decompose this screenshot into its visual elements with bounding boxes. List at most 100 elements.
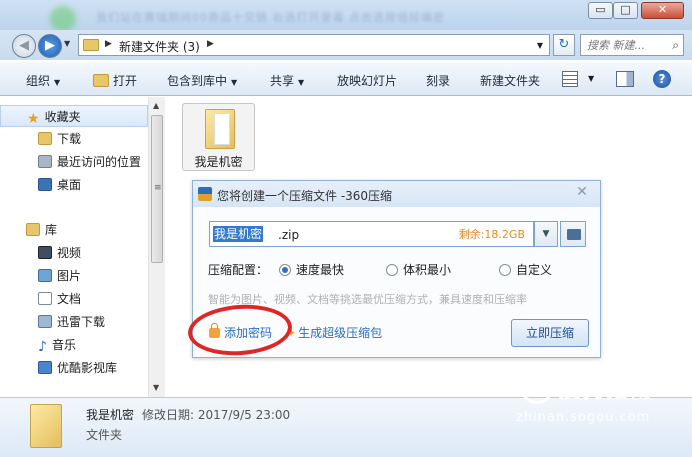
nav-item-desktop[interactable]: 桌面 xyxy=(0,174,148,196)
search-box[interactable]: ⌕ xyxy=(580,34,684,56)
help-icon[interactable]: ? xyxy=(653,70,671,88)
share-menu[interactable]: 共享 ▼ xyxy=(270,72,304,89)
nav-item-recent-places[interactable]: 最近访问的位置 xyxy=(0,151,148,173)
create-sfx-link[interactable]: ✦ 生成超级压缩包 xyxy=(286,324,382,341)
nav-label: 文档 xyxy=(57,292,82,306)
nav-item-xunlei-downloads[interactable]: 迅雷下载 xyxy=(0,311,148,333)
folder-icon xyxy=(205,109,235,149)
star-icon: ★ xyxy=(27,111,40,127)
slideshow-button[interactable]: 放映幻灯片 xyxy=(337,72,397,89)
sogou-logo-icon: S xyxy=(520,370,554,404)
filename-extension: .zip xyxy=(278,228,300,242)
compress-config-label: 压缩配置： xyxy=(208,263,269,277)
recent-pages-dropdown[interactable]: ▼ xyxy=(64,39,70,48)
360zip-logo-icon xyxy=(198,187,212,201)
window-titlebar: 我们站在赛瑞期间00商品十交链 右选打开录毒 点击选按组段编密 ▭ □ ✕ xyxy=(0,0,692,32)
watermark-brand: 搜狗指南 xyxy=(558,378,655,403)
chevron-down-icon: ▼ xyxy=(54,78,61,87)
chevron-right-icon[interactable]: ▶ xyxy=(207,39,214,49)
nav-item-libraries[interactable]: 库 xyxy=(0,219,148,241)
browse-folder-button[interactable] xyxy=(560,221,586,247)
folder-item[interactable]: 我是机密 xyxy=(182,103,255,171)
organize-menu[interactable]: 组织 ▼ xyxy=(26,72,60,89)
nav-item-youku[interactable]: 优酷影视库 xyxy=(0,357,148,379)
video-icon xyxy=(38,246,52,259)
include-label: 包含到库中 xyxy=(167,74,228,88)
organize-label: 组织 xyxy=(26,74,51,88)
create-sfx-label: 生成超级压缩包 xyxy=(298,326,383,340)
search-input[interactable] xyxy=(581,35,661,55)
radio-dot xyxy=(386,264,398,276)
open-folder-icon xyxy=(93,74,109,87)
new-folder-button[interactable]: 新建文件夹 xyxy=(480,72,540,89)
pictures-icon xyxy=(38,269,52,282)
nav-item-music[interactable]: ♪ 音乐 xyxy=(0,334,148,356)
archive-path-dropdown[interactable]: ▼ xyxy=(534,221,558,247)
folder-thumbnail-icon xyxy=(30,404,62,448)
nav-item-videos[interactable]: 视频 xyxy=(0,242,148,264)
share-label: 共享 xyxy=(270,74,295,88)
nav-item-pictures[interactable]: 图片 xyxy=(0,265,148,287)
nav-label: 最近访问的位置 xyxy=(57,155,142,169)
change-view-icon[interactable] xyxy=(562,71,578,87)
minimize-button[interactable]: ▭ xyxy=(588,2,613,19)
refresh-button[interactable]: ↻ xyxy=(553,34,575,56)
command-toolbar: 组织 ▼ 打开 包含到库中 ▼ 共享 ▼ 放映幻灯片 刻录 新建文件夹 ▼ ? xyxy=(0,62,692,96)
forward-button[interactable]: ▶ xyxy=(38,34,62,58)
dialog-close-button[interactable]: ✕ xyxy=(573,183,591,201)
nav-label: 下载 xyxy=(57,132,82,146)
watermark-url: zhinan.sogou.com xyxy=(516,410,651,425)
close-window-button[interactable]: ✕ xyxy=(641,2,684,19)
xunlei-folder-icon xyxy=(38,315,52,328)
details-modified: 修改日期: 2017/9/5 23:00 xyxy=(142,406,290,423)
blurred-title-text: 我们站在赛瑞期间00商品十交链 右选打开录毒 点击选按组段编密 xyxy=(96,11,445,24)
nav-label: 视频 xyxy=(57,246,82,260)
nav-item-favorites[interactable]: ★ 收藏夹 xyxy=(0,105,148,127)
address-bar[interactable]: ▶ 新建文件夹 (3) ▶ ▼ xyxy=(78,34,550,56)
compress-now-button[interactable]: 立即压缩 xyxy=(511,319,589,347)
sogou-watermark: S 搜狗指南 zhinan.sogou.com xyxy=(506,370,684,432)
nav-item-documents[interactable]: 文档 xyxy=(0,288,148,310)
search-icon[interactable]: ⌕ xyxy=(672,38,679,53)
folder-icon xyxy=(567,229,581,240)
open-button[interactable]: 打开 xyxy=(93,72,137,89)
breadcrumb-current-folder[interactable]: 新建文件夹 (3) xyxy=(119,38,200,55)
radio-dot-selected xyxy=(279,264,291,276)
details-name: 我是机密 xyxy=(86,408,135,422)
nav-label: 库 xyxy=(45,223,58,237)
back-button[interactable]: ◀ xyxy=(12,34,36,58)
desktop-icon xyxy=(38,178,52,191)
dialog-title: 您将创建一个压缩文件 -360压缩 xyxy=(217,189,393,203)
navigation-pane: ★ 收藏夹 下载 最近访问的位置 桌面 库 视频 图片 文档 迅雷下载 ♪ 音乐 优… xyxy=(0,97,165,397)
recent-places-icon xyxy=(38,155,52,168)
blurred-app-logo xyxy=(50,6,76,32)
nav-label: 优酷影视库 xyxy=(57,361,118,375)
preview-pane-icon[interactable] xyxy=(616,71,634,87)
radio-custom[interactable]: 自定义 xyxy=(499,261,552,278)
youku-library-icon xyxy=(38,361,52,374)
view-options-dropdown[interactable]: ▼ xyxy=(588,74,594,83)
scroll-down-arrow-icon[interactable]: ▼ xyxy=(153,383,159,392)
modified-label: 修改日期: xyxy=(142,408,195,422)
remaining-space-label: 剩余:18.2GB xyxy=(458,228,525,241)
radio-smallest[interactable]: 体积最小 xyxy=(386,261,451,278)
radio-fastest[interactable]: 速度最快 xyxy=(279,261,344,278)
radio-dot xyxy=(499,264,511,276)
nav-scrollbar[interactable]: ▲ ≡ ▼ xyxy=(148,97,165,397)
chevron-right-icon[interactable]: ▶ xyxy=(105,39,112,49)
nav-label: 音乐 xyxy=(51,338,76,352)
archive-name-field[interactable]: 我是机密 .zip 剩余:18.2GB xyxy=(209,221,534,247)
scroll-up-arrow-icon[interactable]: ▲ xyxy=(153,101,159,110)
address-history-dropdown[interactable]: ▼ xyxy=(537,41,543,50)
burn-button[interactable]: 刻录 xyxy=(426,72,450,89)
radio-label: 速度最快 xyxy=(296,263,345,277)
chevron-down-icon: ▼ xyxy=(298,78,305,87)
maximize-button[interactable]: □ xyxy=(613,2,638,19)
nav-item-downloads[interactable]: 下载 xyxy=(0,128,148,150)
nav-label: 图片 xyxy=(57,269,82,283)
nav-label: 迅雷下载 xyxy=(57,315,106,329)
documents-icon xyxy=(38,292,52,305)
downloads-icon xyxy=(38,132,52,145)
include-in-library-menu[interactable]: 包含到库中 ▼ xyxy=(167,72,237,89)
folder-label: 我是机密 xyxy=(194,155,243,169)
